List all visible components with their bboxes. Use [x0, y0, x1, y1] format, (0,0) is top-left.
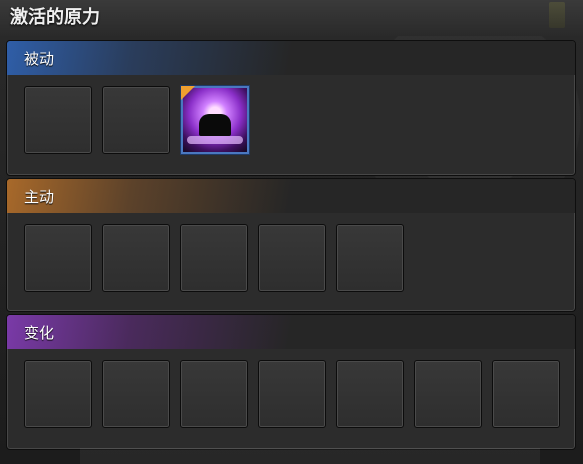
active-label: 主动 — [24, 188, 55, 206]
active-slot-3[interactable] — [180, 224, 248, 292]
skill-rank-corner-icon — [181, 86, 195, 100]
passive-skill-slot[interactable] — [180, 85, 250, 155]
passive-slot-1[interactable] — [24, 86, 92, 154]
active-slot-2[interactable] — [102, 224, 170, 292]
change-slot-6[interactable] — [414, 360, 482, 428]
active-slot-4[interactable] — [258, 224, 326, 292]
passive-slot-2[interactable] — [102, 86, 170, 154]
change-section: 变化 — [6, 314, 576, 450]
active-slot-5[interactable] — [336, 224, 404, 292]
change-slot-1[interactable] — [24, 360, 92, 428]
window-title: 激活的原力 — [10, 7, 100, 28]
passive-header: 被动 — [7, 41, 575, 75]
change-slot-7[interactable] — [492, 360, 560, 428]
force-skill-icon — [199, 114, 231, 136]
change-slot-2[interactable] — [102, 360, 170, 428]
scroll-indicator[interactable] — [549, 2, 565, 28]
change-slot-5[interactable] — [336, 360, 404, 428]
passive-label: 被动 — [24, 50, 55, 68]
passive-section: 被动 — [6, 40, 576, 176]
active-section: 主动 — [6, 178, 576, 312]
change-header: 变化 — [7, 315, 575, 349]
change-slot-3[interactable] — [180, 360, 248, 428]
bottom-strip — [80, 448, 540, 464]
active-slot-1[interactable] — [24, 224, 92, 292]
change-slot-4[interactable] — [258, 360, 326, 428]
skill-glow-icon — [187, 136, 243, 144]
change-label: 变化 — [24, 324, 55, 342]
active-header: 主动 — [7, 179, 575, 213]
